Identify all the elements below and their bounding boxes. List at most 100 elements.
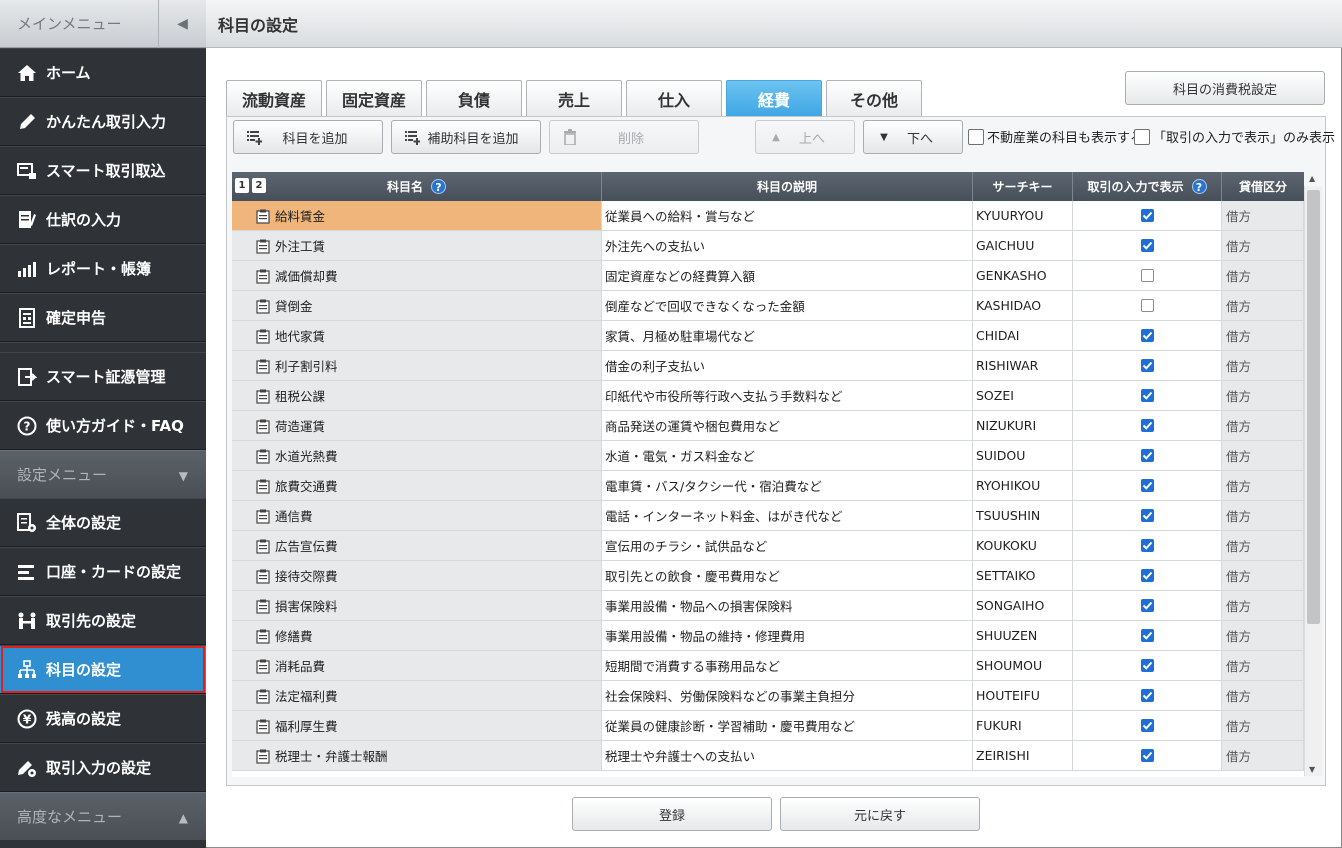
table-row[interactable]: 利子割引料 借金の利子支払い RISHIWAR 借方	[232, 351, 1304, 381]
table-row[interactable]: 給料賃金 従業員への給料・賞与など KYUURYOU 借方	[232, 201, 1304, 231]
show-in-input-checkbox[interactable]	[1140, 539, 1154, 552]
cell-search-key[interactable]: GAICHUU	[973, 231, 1073, 261]
show-in-input-checkbox[interactable]	[1140, 599, 1154, 612]
advanced-menu-section[interactable]: 高度なメニュー ▲	[0, 792, 206, 840]
show-in-input-checkbox[interactable]	[1140, 329, 1154, 342]
show-in-input-checkbox[interactable]	[1140, 749, 1154, 762]
cell-search-key[interactable]: SUIDOU	[973, 441, 1073, 471]
cell-search-key[interactable]: SHUUZEN	[973, 621, 1073, 651]
settings-menu-section[interactable]: 設定メニュー ▼	[0, 450, 206, 498]
cell-account-name[interactable]: 外注工賃	[232, 231, 602, 261]
cell-description[interactable]: 宣伝用のチラシ・試供品など	[602, 531, 973, 561]
cell-description[interactable]: 商品発送の運賃や梱包費用など	[602, 411, 973, 441]
sidebar-item[interactable]: 取引先の設定	[0, 596, 206, 645]
cell-account-name[interactable]: 地代家賃	[232, 321, 602, 351]
cell-search-key[interactable]: KASHIDAO	[973, 291, 1073, 321]
show-in-input-checkbox[interactable]	[1140, 689, 1154, 702]
cell-account-name[interactable]: 租税公課	[232, 381, 602, 411]
tab-2[interactable]: 負債	[426, 80, 522, 116]
cell-description[interactable]: 借金の利子支払い	[602, 351, 973, 381]
tax-settings-button[interactable]: 科目の消費税設定	[1125, 71, 1325, 105]
cell-search-key[interactable]: SOZEI	[973, 381, 1073, 411]
table-row[interactable]: 福利厚生費 従業員の健康診断・学習補助・慶弔費用など FUKURI 借方	[232, 711, 1304, 741]
cell-search-key[interactable]: HOUTEIFU	[973, 681, 1073, 711]
show-in-input-checkbox[interactable]	[1140, 509, 1154, 522]
scroll-up-icon[interactable]: ▲	[1309, 174, 1315, 183]
cell-account-name[interactable]: 給料賃金	[232, 201, 602, 231]
sidebar-item[interactable]: ¥ 残高の設定	[0, 694, 206, 743]
table-row[interactable]: 貸倒金 倒産などで回収できなくなった金額 KASHIDAO 借方	[232, 291, 1304, 321]
cell-account-name[interactable]: 法定福利費	[232, 681, 602, 711]
show-in-input-checkbox[interactable]	[1140, 479, 1154, 492]
cell-account-name[interactable]: 損害保険料	[232, 591, 602, 621]
show-in-input-checkbox[interactable]	[1140, 299, 1154, 312]
cell-search-key[interactable]: FUKURI	[973, 711, 1073, 741]
help-icon[interactable]: ?	[431, 179, 446, 194]
cell-description[interactable]: 短期間で消費する事務用品など	[602, 651, 973, 681]
sidebar-item[interactable]: レポート・帳簿	[0, 244, 206, 293]
cell-search-key[interactable]: CHIDAI	[973, 321, 1073, 351]
cell-account-name[interactable]: 修繕費	[232, 621, 602, 651]
cell-account-name[interactable]: 荷造運賃	[232, 411, 602, 441]
cell-search-key[interactable]: TSUUSHIN	[973, 501, 1073, 531]
cell-search-key[interactable]: KYUURYOU	[973, 201, 1073, 231]
table-row[interactable]: 法定福利費 社会保険料、労働保険料などの事業主負担分 HOUTEIFU 借方	[232, 681, 1304, 711]
show-in-input-checkbox[interactable]	[1140, 209, 1154, 222]
cell-description[interactable]: 事業用設備・物品への損害保険料	[602, 591, 973, 621]
sidebar-collapse-button[interactable]: ◀	[158, 0, 206, 48]
move-down-button[interactable]: ▼ 下へ	[863, 120, 963, 154]
cell-account-name[interactable]: 通信費	[232, 501, 602, 531]
show-in-input-checkbox[interactable]	[1140, 659, 1154, 672]
cell-description[interactable]: 電話・インターネット料金、はがき代など	[602, 501, 973, 531]
cell-description[interactable]: 水道・電気・ガス料金など	[602, 441, 973, 471]
show-in-input-checkbox[interactable]	[1140, 569, 1154, 582]
cell-description[interactable]: 固定資産などの経費算入額	[602, 261, 973, 291]
cell-description[interactable]: 電車賃・バス/タクシー代・宿泊費など	[602, 471, 973, 501]
tab-1[interactable]: 固定資産	[326, 80, 422, 116]
cell-description[interactable]: 事業用設備・物品の維持・修理費用	[602, 621, 973, 651]
sort-button-2[interactable]: 2	[252, 178, 266, 193]
cell-search-key[interactable]: RISHIWAR	[973, 351, 1073, 381]
show-in-input-checkbox[interactable]	[1140, 359, 1154, 372]
sidebar-item[interactable]: ホーム	[0, 48, 206, 97]
tab-0[interactable]: 流動資産	[226, 80, 322, 116]
tab-5[interactable]: 経費	[726, 80, 822, 116]
show-in-input-checkbox[interactable]	[1140, 629, 1154, 642]
cell-description[interactable]: 税理士や弁護士への支払い	[602, 741, 973, 771]
table-row[interactable]: 租税公課 印紙代や市役所等行政へ支払う手数料など SOZEI 借方	[232, 381, 1304, 411]
table-row[interactable]: 修繕費 事業用設備・物品の維持・修理費用 SHUUZEN 借方	[232, 621, 1304, 651]
add-sub-account-button[interactable]: 補助科目を追加	[391, 120, 541, 154]
show-in-input-checkbox[interactable]	[1140, 389, 1154, 402]
cell-description[interactable]: 印紙代や市役所等行政へ支払う手数料など	[602, 381, 973, 411]
table-row[interactable]: 接待交際費 取引先との飲食・慶弔費用など SETTAIKO 借方	[232, 561, 1304, 591]
cell-search-key[interactable]: SHOUMOU	[973, 651, 1073, 681]
table-row[interactable]: 損害保険料 事業用設備・物品への損害保険料 SONGAIHO 借方	[232, 591, 1304, 621]
cell-search-key[interactable]: SETTAIKO	[973, 561, 1073, 591]
table-scrollbar[interactable]: ▲ ▼	[1304, 174, 1322, 776]
cell-search-key[interactable]: NIZUKURI	[973, 411, 1073, 441]
cell-account-name[interactable]: 消耗品費	[232, 651, 602, 681]
table-row[interactable]: 旅費交通費 電車賃・バス/タクシー代・宿泊費など RYOHIKOU 借方	[232, 471, 1304, 501]
sort-button-1[interactable]: 1	[235, 178, 249, 193]
table-row[interactable]: 地代家賃 家賃、月極め駐車場代など CHIDAI 借方	[232, 321, 1304, 351]
add-account-button[interactable]: 科目を追加	[233, 120, 383, 154]
table-row[interactable]: 外注工賃 外注先への支払い GAICHUU 借方	[232, 231, 1304, 261]
cell-search-key[interactable]: SONGAIHO	[973, 591, 1073, 621]
header-account-name[interactable]: 1 2 科目名 ?	[232, 172, 602, 201]
cell-account-name[interactable]: 減価償却費	[232, 261, 602, 291]
sidebar-item[interactable]: 全体の設定	[0, 498, 206, 547]
show-in-input-checkbox[interactable]	[1140, 239, 1154, 252]
tab-4[interactable]: 仕入	[626, 80, 722, 116]
cell-account-name[interactable]: 貸倒金	[232, 291, 602, 321]
cell-description[interactable]: 従業員の健康診断・学習補助・慶弔費用など	[602, 711, 973, 741]
cell-description[interactable]: 倒産などで回収できなくなった金額	[602, 291, 973, 321]
cell-search-key[interactable]: RYOHIKOU	[973, 471, 1073, 501]
table-row[interactable]: 広告宣伝費 宣伝用のチラシ・試供品など KOUKOKU 借方	[232, 531, 1304, 561]
show-in-input-checkbox[interactable]	[1140, 269, 1154, 282]
revert-button[interactable]: 元に戻す	[780, 797, 980, 831]
table-row[interactable]: 減価償却費 固定資産などの経費算入額 GENKASHO 借方	[232, 261, 1304, 291]
sidebar-item[interactable]: 口座・カードの設定	[0, 547, 206, 596]
tab-3[interactable]: 売上	[526, 80, 622, 116]
show-in-input-checkbox[interactable]	[1140, 419, 1154, 432]
show-only-input-option[interactable]: 「取引の入力で表示」のみ表示	[1134, 127, 1335, 146]
